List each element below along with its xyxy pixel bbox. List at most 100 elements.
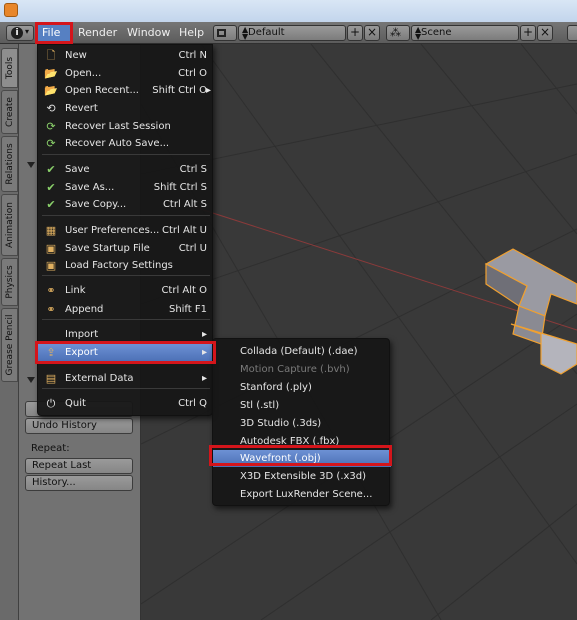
menu-item-recover-auto-save[interactable]: ⟳ Recover Auto Save...: [38, 135, 214, 153]
menu-render[interactable]: Render: [73, 25, 122, 41]
menu-item-label: Revert: [65, 103, 98, 114]
tab-physics[interactable]: Physics: [1, 258, 18, 306]
menu-item-open-recent[interactable]: 📂 Open Recent... Shift Ctrl O ▸: [38, 82, 214, 100]
panel-collapse-icon[interactable]: [27, 162, 35, 168]
menu-separator: [42, 388, 210, 389]
tab-tools[interactable]: Tools: [1, 48, 18, 88]
menu-item-shortcut: Ctrl Q: [178, 398, 207, 409]
export-item-motion-capture-bvh: Motion Capture (.bvh): [240, 364, 350, 375]
info-header: i ▾ File Render Window Help ▲ ▼ Default +…: [0, 22, 577, 44]
menu-item-label: Save: [65, 164, 90, 175]
menu-item-label: Import: [65, 329, 99, 340]
menu-item-label: Quit: [65, 398, 86, 409]
panel-collapse-icon[interactable]: [27, 377, 35, 383]
export-item-x3d-extensible-3d-x3d[interactable]: X3D Extensible 3D (.x3d): [213, 468, 391, 485]
export-item-3d-studio-3ds[interactable]: 3D Studio (.3ds): [213, 415, 391, 432]
checkmark-icon: ✔: [46, 181, 56, 194]
menu-item-quit[interactable]: ⏻ Quit Ctrl Q: [38, 395, 214, 413]
menu-item-label: Open Recent...: [65, 85, 139, 96]
3d-text-object: [484, 248, 577, 375]
menu-help[interactable]: Help: [174, 25, 209, 41]
window-title-bar: [0, 0, 577, 22]
link-icon: ⚭: [46, 284, 56, 297]
menu-item-append[interactable]: ⚭ Append Shift F1: [38, 301, 214, 319]
add-scene-button[interactable]: +: [520, 25, 536, 41]
menu-separator: [42, 275, 210, 276]
menu-item-label: Link: [65, 285, 86, 296]
recover-autosave-icon: ⟳: [46, 137, 56, 150]
menu-window[interactable]: Window: [122, 25, 175, 41]
history-button[interactable]: History...: [25, 475, 133, 491]
menu-separator: [42, 215, 210, 216]
close-icon: ×: [539, 25, 551, 39]
menu-item-load-factory-settings[interactable]: ▣ Load Factory Settings: [38, 257, 214, 275]
menu-item-revert[interactable]: ⟲ Revert: [38, 100, 214, 118]
remove-scene-button[interactable]: ×: [537, 25, 553, 41]
layout-browse-button[interactable]: [213, 25, 237, 41]
menu-item-label: Export: [65, 347, 98, 358]
menu-item-label: New: [65, 50, 87, 61]
add-layout-button[interactable]: +: [347, 25, 363, 41]
tab-animation[interactable]: Animation: [1, 194, 18, 256]
menu-item-user-preferences[interactable]: ▦ User Preferences... Ctrl Alt U: [38, 222, 214, 240]
tab-label: Tools: [4, 56, 15, 80]
export-item-stanford-ply[interactable]: Stanford (.ply): [213, 379, 391, 396]
folder-open-icon: 📂: [44, 67, 58, 80]
export-item-export-luxrender-scene[interactable]: Export LuxRender Scene...: [213, 486, 391, 503]
save-startup-icon: ▣: [45, 242, 57, 255]
menu-item-external-data[interactable]: ▤ External Data ▸: [38, 370, 214, 388]
menu-item-recover-last-session[interactable]: ⟳ Recover Last Session: [38, 118, 214, 136]
export-icon: ⇪: [46, 346, 56, 359]
layout-name-field[interactable]: ▲ ▼ Default: [238, 25, 346, 41]
menu-item-label: Save As...: [65, 182, 115, 193]
menu-item-save-copy[interactable]: ✔ Save Copy... Ctrl Alt S: [38, 196, 214, 214]
menu-item-save[interactable]: ✔ Save Ctrl S: [38, 161, 214, 179]
editor-type-button[interactable]: i ▾: [6, 25, 34, 41]
export-item-stl-stl[interactable]: Stl (.stl): [213, 397, 391, 414]
tab-label: Relations: [4, 143, 15, 185]
menu-file[interactable]: File: [37, 25, 71, 41]
chevron-right-icon: ▸: [201, 329, 207, 340]
menu-item-open[interactable]: 📂 Open... Ctrl O: [38, 65, 214, 83]
scene-name-field[interactable]: ▲ ▼ Scene: [411, 25, 519, 41]
tab-grease-pencil[interactable]: Grease Pencil: [1, 308, 18, 382]
recover-icon: ⟳: [46, 120, 56, 133]
export-item-wavefront-obj[interactable]: Wavefront (.obj): [213, 450, 391, 467]
menu-item-label: Load Factory Settings: [65, 260, 173, 271]
menu-item-export[interactable]: ⇪ Export ▸: [38, 344, 214, 362]
undo-history-button[interactable]: Undo History: [25, 418, 133, 434]
export-item-autodesk-fbx-fbx[interactable]: Autodesk FBX (.fbx): [213, 433, 391, 450]
repeat-last-button[interactable]: Repeat Last: [25, 458, 133, 474]
save-copy-icon: ✔: [46, 198, 56, 211]
menu-item-new[interactable]: 🗋 New Ctrl N: [38, 47, 214, 65]
screen-layout-icon: [217, 29, 226, 37]
menu-item-shortcut: Shift Ctrl O: [152, 85, 207, 96]
menu-item-save-startup-file[interactable]: ▣ Save Startup File Ctrl U: [38, 240, 214, 258]
menu-separator: [42, 154, 210, 155]
remove-layout-button[interactable]: ×: [364, 25, 380, 41]
menu-item-shortcut: Ctrl O: [178, 68, 207, 79]
blender-app-icon: [4, 3, 18, 17]
render-engine-button[interactable]: [567, 25, 577, 41]
menu-item-label: User Preferences...: [65, 225, 160, 236]
plus-icon: +: [522, 25, 534, 39]
external-data-icon: ▤: [45, 372, 57, 385]
menu-item-label: Recover Last Session: [65, 121, 171, 132]
append-icon: ⚭: [46, 303, 56, 316]
revert-icon: ⟲: [46, 102, 56, 115]
tab-relations[interactable]: Relations: [1, 136, 18, 192]
menu-item-label: Save Startup File: [65, 243, 150, 254]
menu-item-save-as[interactable]: ✔ Save As... Shift Ctrl S: [38, 179, 214, 197]
factory-settings-icon: ▣: [45, 259, 57, 272]
export-item-collada-default-dae[interactable]: Collada (Default) (.dae): [213, 343, 391, 360]
chevron-right-icon: ▸: [205, 85, 211, 96]
tab-label: Grease Pencil: [4, 314, 15, 376]
menu-item-shortcut: Ctrl Alt U: [161, 225, 207, 236]
menu-item-link[interactable]: ⚭ Link Ctrl Alt O: [38, 282, 214, 300]
scene-browse-button[interactable]: ⁂: [386, 25, 410, 41]
tab-create[interactable]: Create: [1, 90, 18, 134]
chevron-down-icon: ▾: [25, 27, 30, 36]
close-icon: ×: [366, 25, 378, 39]
power-icon: ⏻: [46, 397, 56, 410]
menu-item-import[interactable]: Import ▸: [38, 326, 214, 344]
